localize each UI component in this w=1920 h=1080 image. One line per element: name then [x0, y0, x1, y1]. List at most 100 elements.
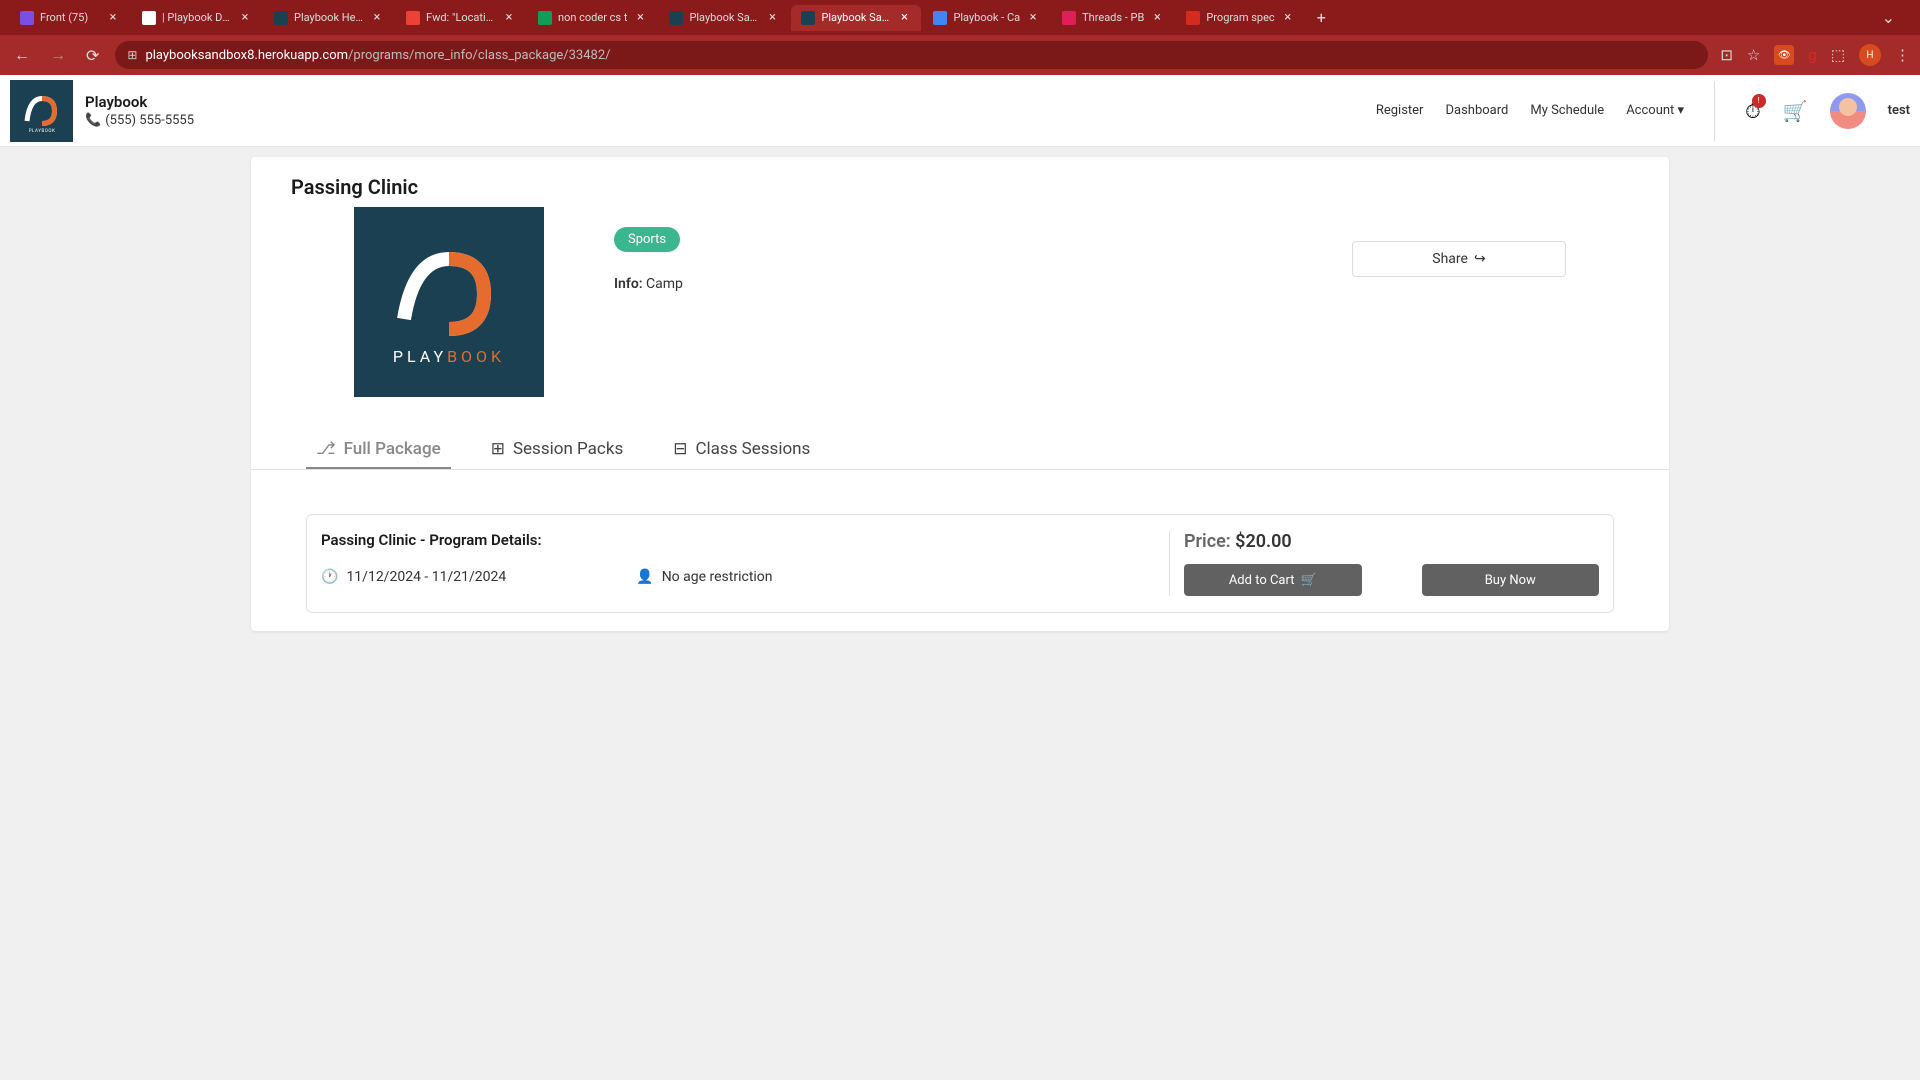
tab-title: Playbook Help — [294, 11, 364, 24]
close-icon[interactable]: × — [1281, 11, 1295, 25]
close-icon[interactable]: × — [238, 11, 252, 25]
reload-button[interactable]: ⟳ — [82, 42, 103, 69]
details-right: Price: $20.00 Add to Cart 🛒 Buy Now — [1169, 531, 1599, 596]
nav-register[interactable]: Register — [1376, 103, 1424, 118]
tab-session-packs[interactable]: ⊞ Session Packs — [481, 431, 634, 469]
share-button[interactable]: Share ↪ — [1352, 241, 1566, 277]
favicon-icon — [20, 11, 34, 25]
add-to-cart-label: Add to Cart — [1229, 573, 1295, 588]
bookmark-icon[interactable]: ☆ — [1747, 46, 1760, 64]
browser-toolbar: ← → ⟳ ⊞ playbooksandbox8.herokuapp.com/p… — [0, 35, 1920, 75]
close-icon[interactable]: × — [1150, 11, 1164, 25]
tab-class-sessions[interactable]: ⊟ Class Sessions — [663, 431, 820, 469]
favicon-icon — [1186, 11, 1200, 25]
extensions-icon[interactable]: ⬚ — [1831, 46, 1845, 64]
content-tabs: ⎇ Full Package ⊞ Session Packs ⊟ Class S… — [251, 397, 1669, 470]
close-icon[interactable]: × — [897, 11, 911, 25]
share-icon: ↪ — [1474, 251, 1486, 267]
nav-dashboard[interactable]: Dashboard — [1445, 103, 1508, 118]
share-label: Share — [1432, 251, 1468, 267]
tab-title: Playbook Sanc — [689, 11, 759, 24]
tab-title: Threads - PB — [1082, 11, 1144, 24]
phone-icon: 📞 — [85, 113, 101, 128]
age-text: No age restriction — [662, 569, 773, 585]
profile-icon[interactable]: H — [1859, 44, 1881, 66]
program-image: PLAYBOOK — [354, 207, 544, 397]
dates-text: 11/12/2024 - 11/21/2024 — [346, 569, 506, 585]
new-tab-button[interactable]: + — [1307, 8, 1336, 27]
tab-playbook-sandbox-1[interactable]: Playbook Sanc × — [659, 5, 789, 31]
cart-icon[interactable]: 🛒 — [1783, 99, 1808, 123]
site-settings-icon[interactable]: ⊞ — [127, 48, 137, 62]
phone-number: (555) 555-5555 — [105, 113, 194, 128]
hero-row: PLAYBOOK Sports Info: Camp Share ↪ — [251, 207, 1669, 397]
tab-docs[interactable]: Playbook - Ca × — [923, 5, 1050, 31]
org-phone: 📞 (555) 555-5555 — [85, 113, 194, 128]
chevron-down-icon[interactable]: ⌄ — [1867, 8, 1910, 27]
favicon-icon — [274, 11, 288, 25]
close-icon[interactable]: × — [633, 11, 647, 25]
grammarly-icon[interactable]: g — [1808, 46, 1816, 64]
favicon-icon — [406, 11, 420, 25]
details-left: Passing Clinic - Program Details: 🕐 11/1… — [321, 531, 1169, 596]
tab-title: Front (75) — [40, 11, 100, 24]
url-path: /programs/more_info/class_package/33482/ — [348, 48, 610, 63]
close-icon[interactable]: × — [106, 11, 120, 25]
nav-menu: Register Dashboard My Schedule Account ▾… — [1376, 81, 1910, 141]
buy-now-button[interactable]: Buy Now — [1422, 564, 1600, 596]
details-title: Passing Clinic - Program Details: — [321, 531, 1169, 549]
boxes-icon: ⊞ — [491, 439, 505, 459]
tab-front[interactable]: Front (75) × — [10, 5, 130, 31]
tab-slack[interactable]: Threads - PB × — [1052, 5, 1174, 31]
url-host: playbooksandbox8.herokuapp.com — [145, 48, 348, 63]
stopwatch-icon[interactable]: ⏱ ! — [1745, 99, 1761, 123]
tab-playbook-sandbox-2[interactable]: Playbook Sanc × — [791, 5, 921, 31]
tab-label: Full Package — [344, 439, 441, 459]
svg-text:PLAYBOOK: PLAYBOOK — [28, 128, 55, 134]
address-bar[interactable]: ⊞ playbooksandbox8.herokuapp.com/program… — [115, 41, 1708, 69]
favicon-icon — [142, 11, 156, 25]
buy-now-label: Buy Now — [1485, 573, 1536, 588]
page-content: PLAYBOOK Playbook 📞 (555) 555-5555 Regis… — [0, 75, 1920, 1080]
tab-title: Playbook Sanc — [821, 11, 891, 24]
tab-title: Program spec — [1206, 11, 1274, 24]
add-to-cart-button[interactable]: Add to Cart 🛒 — [1184, 564, 1362, 596]
tab-playbook-dash[interactable]: | Playbook Das × — [132, 5, 262, 31]
tab-full-package[interactable]: ⎇ Full Package — [306, 431, 451, 469]
close-icon[interactable]: × — [502, 11, 516, 25]
browser-tabs: Front (75) × | Playbook Das × Playbook H… — [0, 0, 1920, 35]
price-label: Price: — [1184, 531, 1235, 552]
tab-program-spec[interactable]: Program spec × — [1176, 5, 1304, 31]
close-icon[interactable]: × — [370, 11, 384, 25]
username: test — [1888, 103, 1910, 118]
nav-account[interactable]: Account ▾ — [1626, 103, 1684, 118]
close-icon[interactable]: × — [1026, 11, 1040, 25]
nav-schedule[interactable]: My Schedule — [1530, 103, 1604, 118]
action-buttons: Add to Cart 🛒 Buy Now — [1184, 564, 1599, 596]
tab-label: Session Packs — [513, 439, 623, 459]
node-icon: ⊟ — [673, 439, 687, 459]
price-value: $20.00 — [1235, 531, 1292, 552]
account-label: Account — [1626, 103, 1674, 118]
org-name: Playbook — [85, 93, 194, 111]
forward-button[interactable]: → — [46, 41, 70, 69]
menu-icon[interactable]: ⋮ — [1895, 46, 1910, 64]
org-logo[interactable]: PLAYBOOK — [10, 80, 73, 142]
avatar[interactable] — [1830, 93, 1866, 129]
details-meta: 🕐 11/12/2024 - 11/21/2024 👤 No age restr… — [321, 569, 1169, 585]
toolbar-icons: ⊡ ☆ 👁 g ⬚ H ⋮ — [1720, 44, 1910, 66]
tab-playbook-help[interactable]: Playbook Help × — [264, 5, 394, 31]
extension-icon[interactable]: 👁 — [1774, 45, 1794, 65]
password-icon[interactable]: ⊡ — [1720, 46, 1733, 64]
cart-icon: 🛒 — [1300, 573, 1316, 588]
tab-title: | Playbook Das — [162, 11, 232, 24]
tab-sheets[interactable]: non coder cs t × — [528, 5, 657, 31]
tab-gmail[interactable]: Fwd: "Location × — [396, 5, 526, 31]
tab-title: Fwd: "Location — [426, 11, 496, 24]
hero-meta: Sports Info: Camp — [614, 207, 683, 397]
close-icon[interactable]: × — [765, 11, 779, 25]
back-button[interactable]: ← — [10, 41, 34, 69]
page-title: Passing Clinic — [251, 157, 1669, 207]
price-row: Price: $20.00 — [1184, 531, 1599, 552]
tab-label: Class Sessions — [695, 439, 810, 459]
